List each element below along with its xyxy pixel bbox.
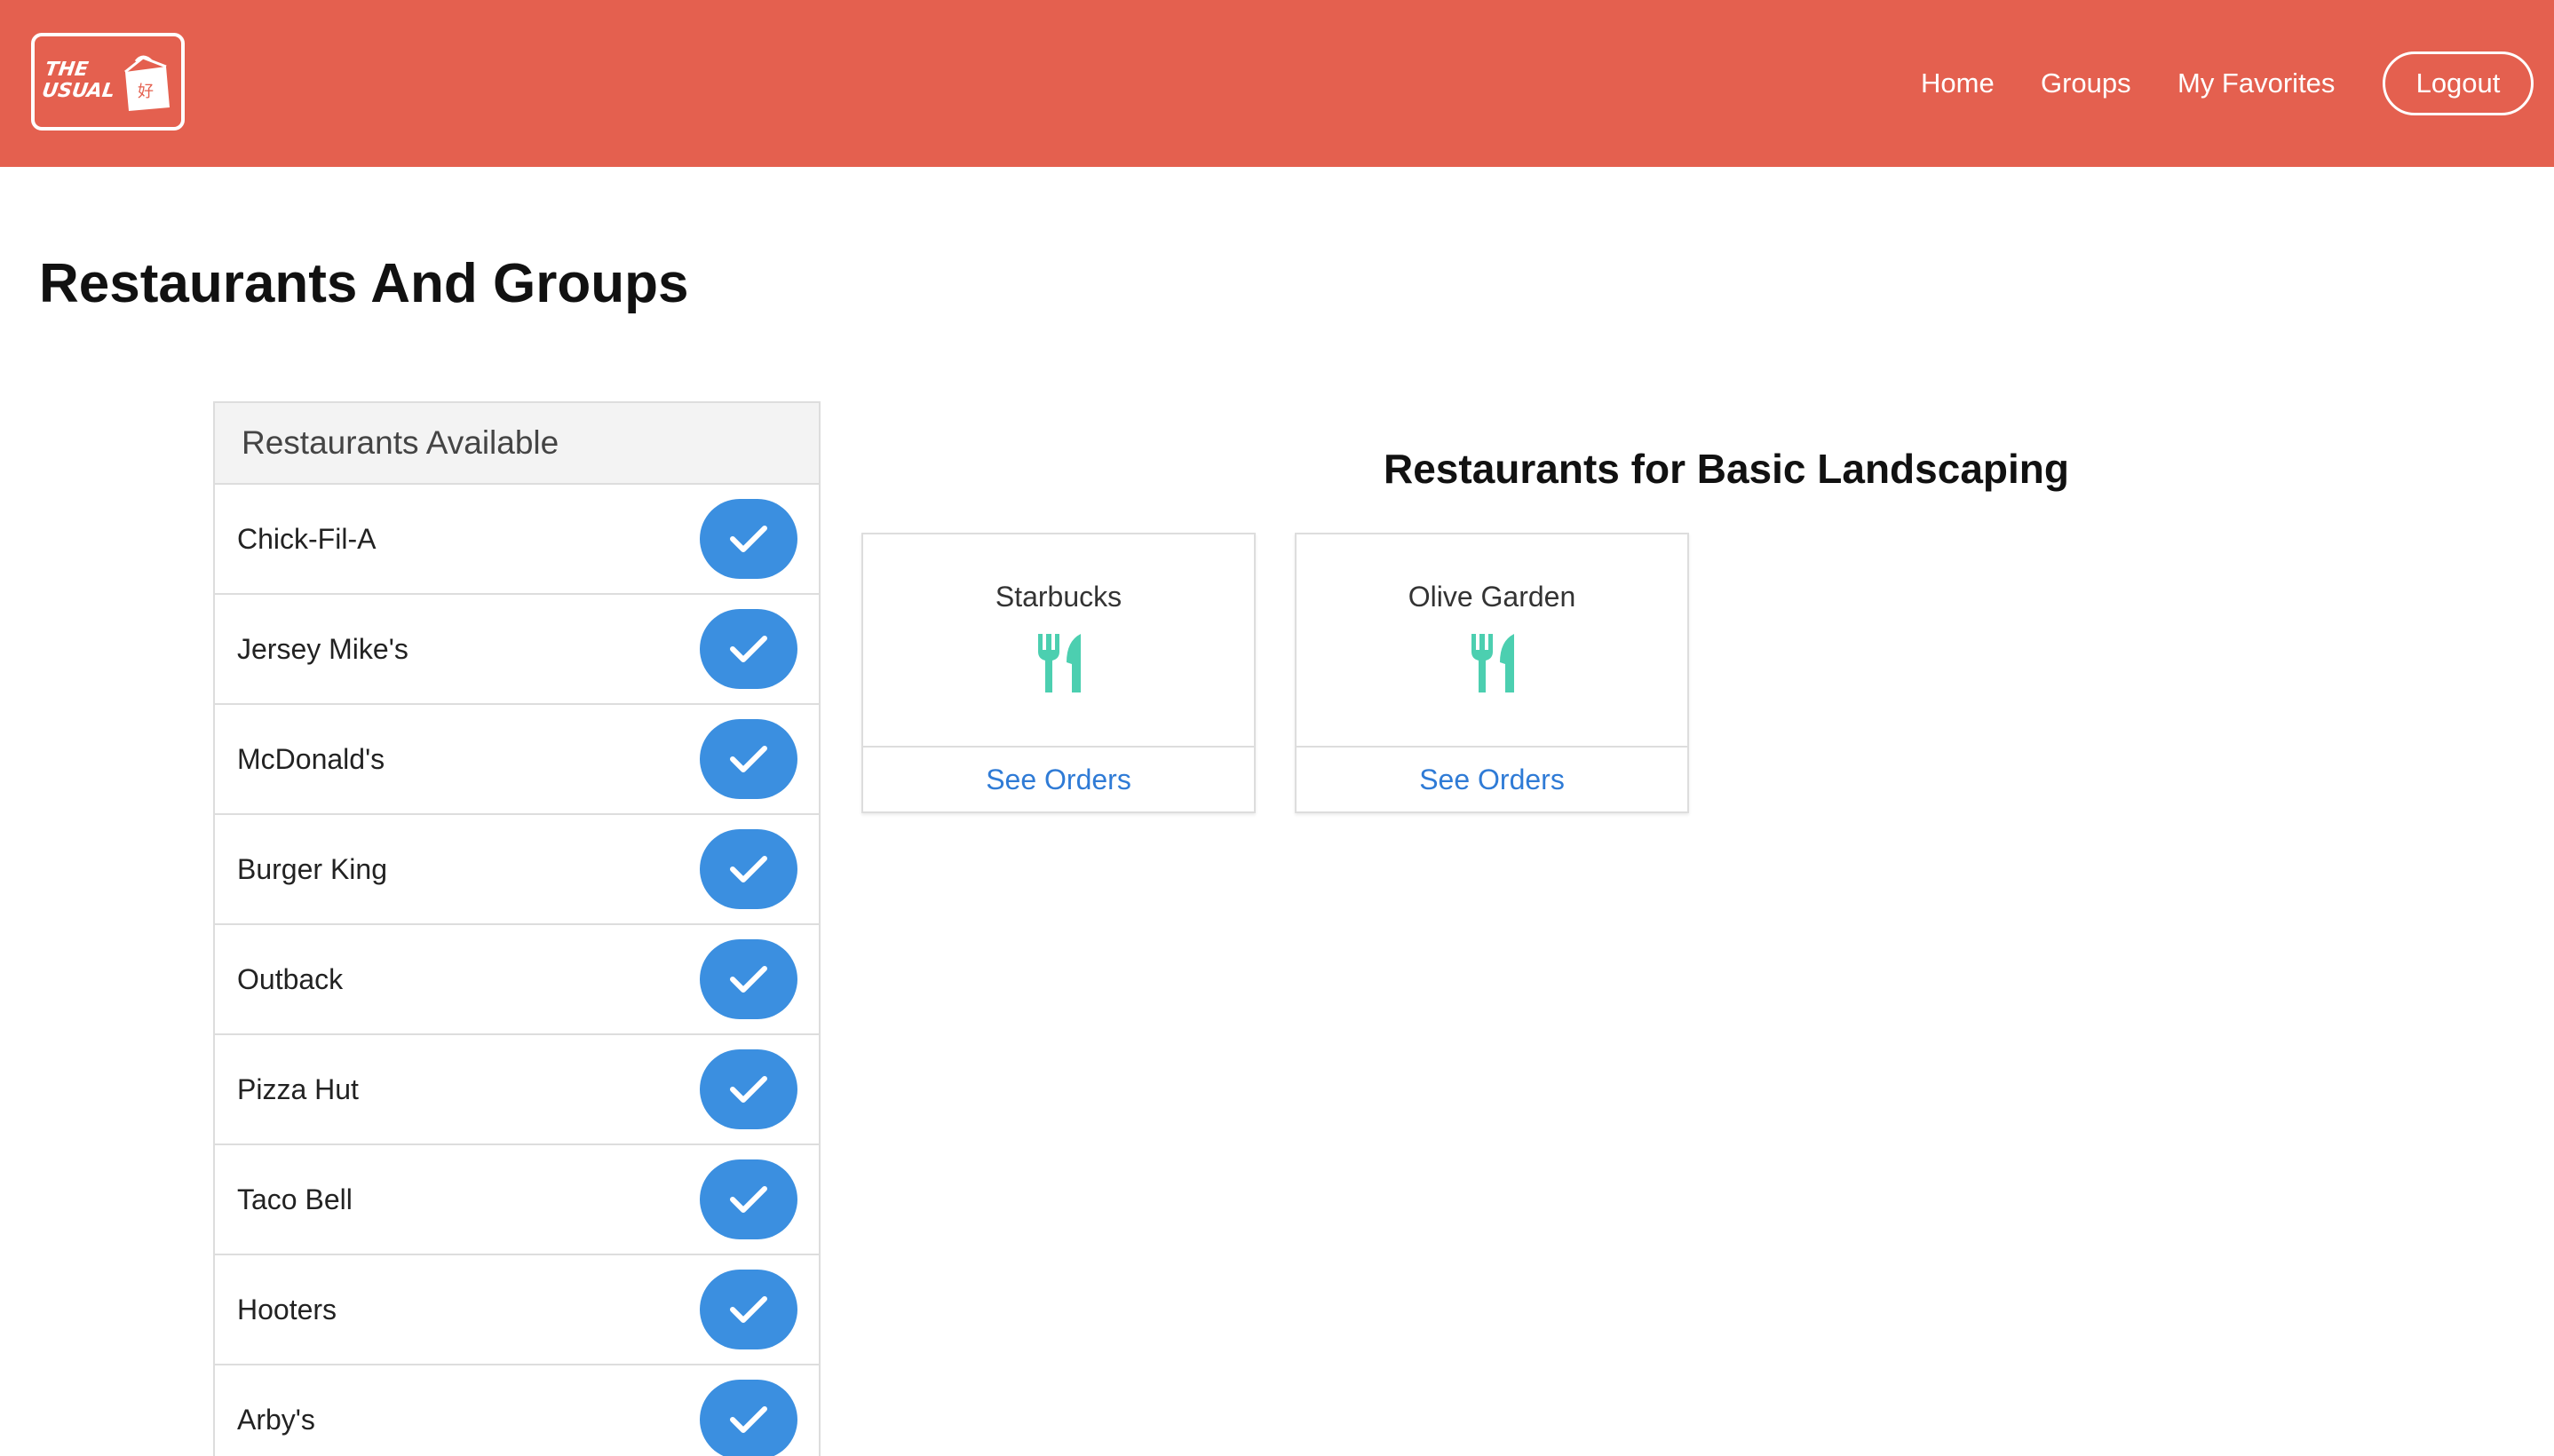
check-icon <box>730 1296 767 1323</box>
select-restaurant-button[interactable] <box>700 1159 797 1239</box>
select-restaurant-button[interactable] <box>700 499 797 579</box>
restaurant-card-name: Starbucks <box>995 581 1122 613</box>
restaurant-name: Hooters <box>237 1293 337 1325</box>
restaurant-name: Outback <box>237 962 344 995</box>
utensils-icon <box>1471 634 1514 692</box>
restaurant-card: Olive Garden See Orders <box>1295 533 1689 813</box>
list-item: Outback <box>215 925 819 1035</box>
restaurant-name: Jersey Mike's <box>237 632 408 665</box>
logout-button[interactable]: Logout <box>2383 51 2534 115</box>
restaurant-card: Starbucks See Orders <box>861 533 1256 813</box>
navbar: THE USUAL 好 Home Groups My Favorites Log… <box>0 0 2554 167</box>
list-item: Pizza Hut <box>215 1035 819 1145</box>
svg-text:好: 好 <box>138 83 154 101</box>
check-icon <box>730 746 767 772</box>
nav-link-home[interactable]: Home <box>1921 64 1995 103</box>
nav-link-favorites[interactable]: My Favorites <box>2177 64 2335 103</box>
list-item: Chick-Fil-A <box>215 485 819 595</box>
select-restaurant-button[interactable] <box>700 609 797 689</box>
utensils-icon <box>1038 634 1081 692</box>
list-item: Hooters <box>215 1255 819 1365</box>
restaurant-name: McDonald's <box>237 742 385 775</box>
takeout-box-icon: 好 <box>124 55 170 111</box>
see-orders-link[interactable]: See Orders <box>1297 746 1687 811</box>
restaurant-name: Chick-Fil-A <box>237 522 377 555</box>
check-icon <box>730 1186 767 1213</box>
select-restaurant-button[interactable] <box>700 1270 797 1349</box>
select-restaurant-button[interactable] <box>700 939 797 1019</box>
check-icon <box>730 966 767 993</box>
list-item: Taco Bell <box>215 1145 819 1255</box>
list-header: Restaurants Available <box>215 403 819 485</box>
see-orders-link[interactable]: See Orders <box>863 746 1254 811</box>
app-logo[interactable]: THE USUAL 好 <box>31 33 185 131</box>
list-item: Jersey Mike's <box>215 595 819 705</box>
check-icon <box>730 636 767 662</box>
list-item: Burger King <box>215 815 819 925</box>
select-restaurant-button[interactable] <box>700 1380 797 1456</box>
group-section-title: Restaurants for Basic Landscaping <box>1384 446 2069 492</box>
restaurants-list: Restaurants Available Chick-Fil-A Jersey … <box>213 401 821 1456</box>
select-restaurant-button[interactable] <box>700 719 797 799</box>
logo-text: THE USUAL <box>40 59 116 102</box>
page-title: Restaurants And Groups <box>39 253 689 314</box>
restaurant-card-name: Olive Garden <box>1408 581 1576 613</box>
select-restaurant-button[interactable] <box>700 1049 797 1129</box>
select-restaurant-button[interactable] <box>700 829 797 909</box>
check-icon <box>730 1076 767 1103</box>
nav-link-groups[interactable]: Groups <box>2041 64 2131 103</box>
check-icon <box>730 1406 767 1433</box>
check-icon <box>730 526 767 552</box>
restaurant-name: Taco Bell <box>237 1183 353 1215</box>
list-item: McDonald's <box>215 705 819 815</box>
restaurant-name: Arby's <box>237 1403 315 1436</box>
list-item: Arby's <box>215 1365 819 1456</box>
restaurant-name: Burger King <box>237 852 387 885</box>
check-icon <box>730 856 767 882</box>
restaurant-name: Pizza Hut <box>237 1072 359 1105</box>
